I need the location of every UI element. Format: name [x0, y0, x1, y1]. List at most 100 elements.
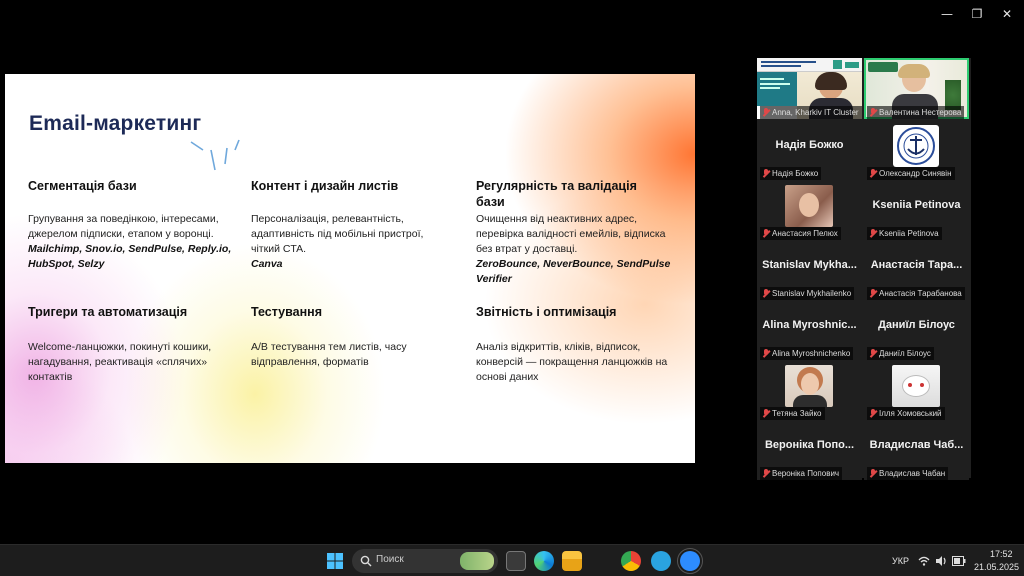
volume-icon[interactable]: [935, 555, 947, 567]
muted-mic-icon: [869, 349, 877, 358]
card-line: [760, 78, 784, 80]
block-title-testing: Тестування: [251, 305, 323, 319]
block-body-content: Персоналізація, релевантність, адаптивні…: [251, 212, 451, 272]
chrome-icon[interactable]: [621, 551, 641, 571]
close-button[interactable]: ✕: [997, 6, 1017, 22]
participant-tile[interactable]: Анастасия Пелюх: [757, 182, 862, 240]
windows-start-icon[interactable]: [325, 551, 345, 571]
participant-label: Анастасія Тарабанова: [867, 287, 965, 300]
block-body-testing: A/B тестування тем листів, часу відправл…: [251, 341, 407, 368]
block-title-segmentation: Сегментація бази: [28, 179, 137, 193]
muted-mic-icon: [869, 169, 877, 178]
participant-name: Kseniia Petinova: [879, 229, 939, 238]
telegram-icon[interactable]: [651, 551, 671, 571]
participant-tile[interactable]: Stanislav Mykha... Stanislav Mykhailenko: [757, 242, 862, 300]
block-body-triggers: Welcome-ланцюжки, покинуті кошики, нагад…: [28, 341, 212, 383]
participant-name: Анастасія Тарабанова: [879, 289, 962, 298]
file-explorer-icon[interactable]: [562, 551, 582, 571]
participant-tile[interactable]: Ілля Хомовський: [864, 362, 969, 420]
participant-name: Анастасия Пелюх: [772, 229, 838, 238]
participant-tile[interactable]: Тетяна Зайко: [757, 362, 862, 420]
restore-button[interactable]: ❐: [967, 6, 987, 22]
avatar-face: [801, 373, 819, 395]
taskbar-search[interactable]: Поиск: [352, 549, 498, 573]
muted-mic-icon: [762, 469, 770, 478]
block-title-reporting: Звітність і оптимізація: [476, 305, 617, 319]
participant-name: Олександр Синявін: [879, 169, 952, 178]
card-line: [760, 87, 780, 89]
participant-label: Вероніка Попович: [760, 467, 843, 480]
participant-label: Олександр Синявін: [867, 167, 955, 180]
participant-tile[interactable]: Анастасія Тара... Анастасія Тарабанова: [864, 242, 969, 300]
person-hair: [815, 72, 847, 90]
taskbar: Поиск УКР 17:52 21.05.2025: [0, 544, 1024, 576]
block-title-triggers: Тригери та автоматизація: [28, 305, 188, 319]
participant-label: Alina Myroshnichenko: [760, 347, 854, 360]
muted-mic-icon: [869, 108, 877, 117]
clock-time[interactable]: 17:52: [990, 549, 1013, 559]
participant-label: Валентина Нестерова: [867, 106, 965, 119]
participants-panel[interactable]: Anna, Kharkiv IT Cluster Валентина Несте…: [757, 58, 971, 480]
slide-title: Email-маркетинг: [29, 112, 202, 135]
muted-mic-icon: [762, 409, 770, 418]
search-icon: [360, 555, 372, 567]
anchor-emblem-icon: [897, 127, 935, 165]
muted-mic-icon: [762, 229, 770, 238]
battery-icon[interactable]: [952, 556, 966, 566]
participant-tile[interactable]: Даниїл Білоус Даниїл Білоус: [864, 302, 969, 360]
participant-display-name: Надія Божко: [775, 139, 844, 151]
video-banner: [757, 58, 862, 72]
muted-mic-icon: [869, 229, 877, 238]
minimize-button[interactable]: —: [937, 6, 957, 22]
zoom-icon[interactable]: [677, 548, 703, 574]
muted-mic-icon: [762, 349, 770, 358]
task-view-icon[interactable]: [506, 551, 526, 571]
block-tools: Mailchimp, Snov.io, SendPulse, Reply.io,…: [28, 243, 232, 270]
sponsor-logo-icon: [868, 62, 898, 72]
participant-tile[interactable]: Олександр Синявін: [864, 122, 969, 180]
cluster-logo-icon: [845, 62, 859, 68]
block-tools: Canva: [251, 258, 283, 270]
keyboard-language[interactable]: УКР: [892, 556, 909, 566]
avatar-body: [793, 395, 827, 407]
participant-tile[interactable]: Alina Myroshnic... Alina Myroshnichenko: [757, 302, 862, 360]
participant-name: Alina Myroshnichenko: [772, 349, 851, 358]
participant-tile[interactable]: Надія Божко Надія Божко: [757, 122, 862, 180]
participant-tile[interactable]: Kseniia Petinova Kseniia Petinova: [864, 182, 969, 240]
banner-line: [761, 65, 801, 67]
block-title-regularity: Регулярність та валідація бази: [476, 179, 637, 209]
participant-display-name: Анастасія Тара...: [870, 259, 963, 271]
muted-mic-icon: [869, 289, 877, 298]
muted-mic-icon: [762, 169, 770, 178]
block-text: Очищення від неактивних адрес, перевірка…: [476, 213, 666, 255]
participant-label: Владислав Чабан: [867, 467, 949, 480]
muted-mic-icon: [762, 108, 770, 117]
participant-display-name: Даниїл Білоус: [878, 319, 955, 331]
participant-label: Надія Божко: [760, 167, 822, 180]
participant-name: Владислав Чабан: [879, 469, 946, 478]
avatar-dog: [902, 375, 930, 397]
video-tile-valentyna[interactable]: Валентина Нестерова: [864, 58, 969, 119]
participant-label: Даниїл Білоус: [867, 347, 934, 360]
participant-tile[interactable]: Вероніка Попо... Вероніка Попович: [757, 422, 862, 480]
search-highlight-image: [460, 552, 494, 570]
participant-name: Stanislav Mykhailenko: [772, 289, 852, 298]
edge-icon[interactable]: [534, 551, 554, 571]
participant-tile[interactable]: Владислав Чаб... Владислав Чабан: [864, 422, 969, 480]
video-tile-anna[interactable]: Anna, Kharkiv IT Cluster: [757, 58, 862, 119]
muted-mic-icon: [869, 469, 877, 478]
participant-label: Anna, Kharkiv IT Cluster: [760, 106, 862, 119]
block-title-content: Контент і дизайн листів: [251, 179, 399, 193]
participant-name: Даниїл Білоус: [879, 349, 931, 358]
cluster-logo-icon: [833, 60, 842, 69]
desktop-screen: — ❐ ✕ Email-маркетинг Сегментація бази Г…: [0, 0, 1024, 576]
participant-name: Anna, Kharkiv IT Cluster: [772, 108, 859, 117]
wifi-icon[interactable]: [918, 555, 930, 567]
clock-date[interactable]: 21.05.2025: [974, 562, 1019, 572]
block-body-regularity: Очищення від неактивних адрес, перевірка…: [476, 212, 681, 287]
block-body-segmentation: Групування за поведінкою, інтересами, дж…: [28, 212, 238, 272]
banner-line: [761, 61, 816, 63]
participant-label: Kseniia Petinova: [867, 227, 942, 240]
muted-mic-icon: [869, 409, 877, 418]
participant-label: Ілля Хомовський: [867, 407, 945, 420]
